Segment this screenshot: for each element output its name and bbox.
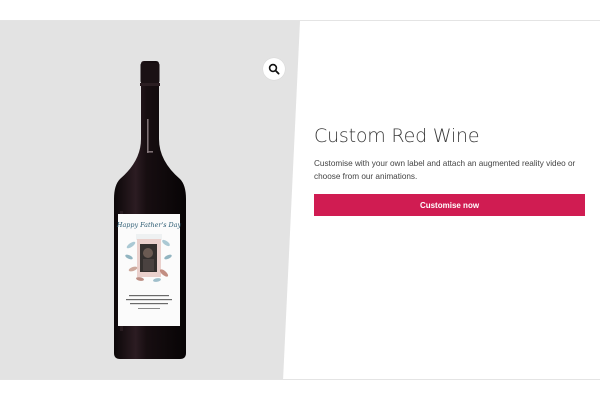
zoom-button[interactable] <box>263 58 285 80</box>
wine-bottle-image[interactable]: Happy Father's Day <box>100 61 200 361</box>
product-description: Customise with your own label and attach… <box>314 159 576 181</box>
magnifier-zoom-icon <box>268 63 280 75</box>
customise-now-button[interactable]: Customise now <box>314 194 585 216</box>
product-summary: Custom Red Wine Customise with your own … <box>314 123 586 216</box>
product-title: Custom Red Wine <box>314 125 480 147</box>
label-script-text: Happy Father's Day <box>116 221 182 229</box>
product-card: Happy Father's Day Custom Red Wine Custo… <box>0 20 600 380</box>
